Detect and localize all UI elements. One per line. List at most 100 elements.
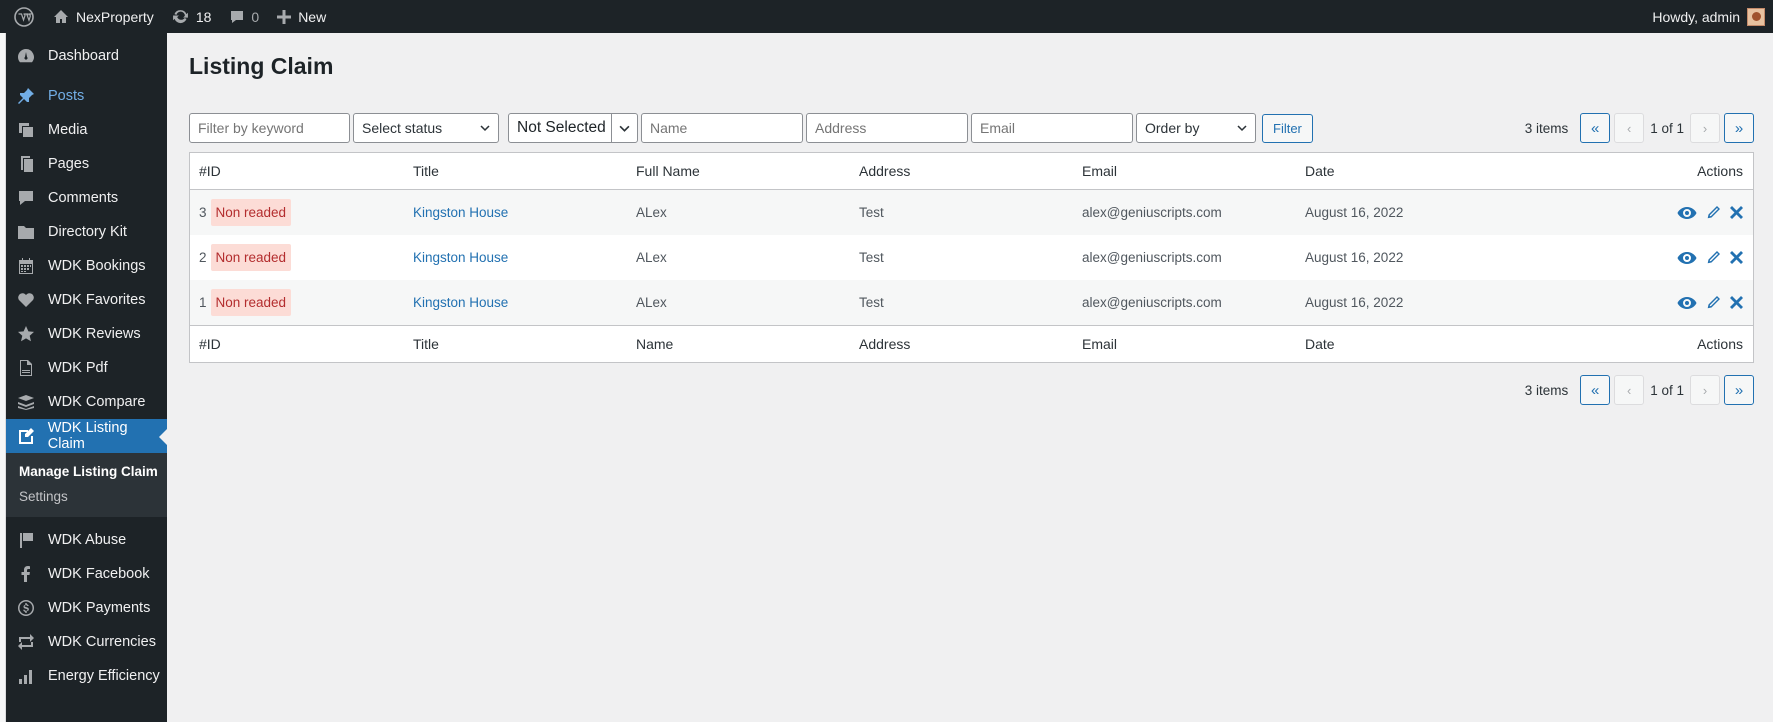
next-page-button[interactable]: › xyxy=(1690,375,1720,405)
view-icon[interactable] xyxy=(1677,206,1697,220)
sidebar-item-wdk-bookings[interactable]: WDK Bookings xyxy=(6,249,167,283)
sidebar-item-wdk-pdf[interactable]: WDK Pdf xyxy=(6,351,167,385)
listing-title-link[interactable]: Kingston House xyxy=(413,295,636,310)
col-title: Title xyxy=(413,336,439,352)
sidebar-item-energy-efficiency[interactable]: Energy Efficiency xyxy=(6,659,167,693)
wordpress-logo-icon[interactable] xyxy=(0,0,44,33)
col-actions: Actions xyxy=(1697,163,1743,179)
comments-link[interactable]: 0 xyxy=(220,0,268,33)
row-name: ALex xyxy=(636,250,667,265)
site-name: NexProperty xyxy=(76,8,154,25)
row-date: August 16, 2022 xyxy=(1305,295,1404,310)
email-filter-input[interactable] xyxy=(971,113,1133,143)
order-by-select[interactable]: Order by xyxy=(1136,113,1256,143)
row-date: August 16, 2022 xyxy=(1305,205,1404,220)
delete-x-icon[interactable] xyxy=(1730,251,1743,264)
sidebar-item-comments[interactable]: Comments xyxy=(6,181,167,215)
row-id: 1 xyxy=(199,295,207,310)
listing-claim-submenu: Manage Listing Claim Settings xyxy=(6,453,167,517)
new-content-link[interactable]: New xyxy=(268,0,335,33)
col-email: Email xyxy=(1082,163,1118,179)
row-name: ALex xyxy=(636,205,667,220)
site-name-link[interactable]: NexProperty xyxy=(44,0,163,33)
prev-page-button[interactable]: ‹ xyxy=(1614,113,1645,143)
comments-icon xyxy=(16,188,36,208)
col-id: #ID xyxy=(199,163,221,179)
chart-icon xyxy=(16,666,36,686)
comment-bubble-icon xyxy=(231,10,244,23)
flag-icon xyxy=(16,530,36,550)
pin-icon xyxy=(16,86,36,106)
listing-title-link[interactable]: Kingston House xyxy=(413,250,636,265)
table-row: 3 Non readed Kingston House ALex Test al… xyxy=(190,190,1753,235)
edit-pencil-icon[interactable] xyxy=(1706,205,1721,220)
col-email: Email xyxy=(1082,336,1118,352)
new-label: New xyxy=(298,8,327,25)
sidebar-item-wdk-listing-claim[interactable]: WDK Listing Claim xyxy=(6,419,167,453)
row-email: alex@geniuscripts.com xyxy=(1082,250,1222,265)
first-page-button[interactable]: « xyxy=(1580,375,1611,405)
table-footer: #ID Title Name Address Email Date Action… xyxy=(190,325,1753,362)
edit-pencil-icon[interactable] xyxy=(1706,295,1721,310)
dashboard-icon xyxy=(16,46,36,66)
status-select[interactable]: Select status xyxy=(353,113,499,143)
page-info: 1 of 1 xyxy=(1650,382,1684,398)
plus-icon xyxy=(277,9,292,24)
col-date: Date xyxy=(1305,336,1335,352)
sidebar-item-wdk-currencies[interactable]: WDK Currencies xyxy=(6,625,167,659)
chevron-down-icon xyxy=(480,125,490,132)
prev-page-button[interactable]: ‹ xyxy=(1614,375,1645,405)
sidebar-item-wdk-compare[interactable]: WDK Compare xyxy=(6,385,167,419)
first-page-button[interactable]: « xyxy=(1580,113,1611,143)
updates-link[interactable]: 18 xyxy=(163,0,221,33)
col-id: #ID xyxy=(199,336,221,352)
row-email: alex@geniuscripts.com xyxy=(1082,205,1222,220)
items-count: 3 items xyxy=(1524,120,1569,136)
sidebar-item-pages[interactable]: Pages xyxy=(6,147,167,181)
heart-icon xyxy=(16,290,36,310)
currency-icon xyxy=(16,632,36,652)
sidebar-item-wdk-payments[interactable]: WDK Payments xyxy=(6,591,167,625)
listing-title-link[interactable]: Kingston House xyxy=(413,205,636,220)
sidebar-item-posts[interactable]: Posts xyxy=(6,79,167,113)
sidebar-item-directory-kit[interactable]: Directory Kit xyxy=(6,215,167,249)
filter-button[interactable]: Filter xyxy=(1262,113,1313,143)
keyword-filter-input[interactable] xyxy=(189,113,350,143)
updates-icon xyxy=(172,10,188,24)
row-date: August 16, 2022 xyxy=(1305,250,1404,265)
row-name: ALex xyxy=(636,295,667,310)
my-account-link[interactable]: Howdy, admin xyxy=(1643,0,1773,33)
row-address: Test xyxy=(859,205,884,220)
row-id: 2 xyxy=(199,250,207,265)
sidebar-item-media[interactable]: Media xyxy=(6,113,167,147)
last-page-button[interactable]: » xyxy=(1724,375,1754,405)
submenu-settings[interactable]: Settings xyxy=(6,484,167,509)
sidebar-item-wdk-abuse[interactable]: WDK Abuse xyxy=(6,523,167,557)
sidebar-item-wdk-facebook[interactable]: WDK Facebook xyxy=(6,557,167,591)
last-page-button[interactable]: » xyxy=(1724,113,1754,143)
sidebar-item-wdk-favorites[interactable]: WDK Favorites xyxy=(6,283,167,317)
view-icon[interactable] xyxy=(1677,251,1697,265)
status-badge: Non readed xyxy=(210,199,292,226)
col-date: Date xyxy=(1305,163,1335,179)
row-id: 3 xyxy=(199,205,207,220)
next-page-button[interactable]: › xyxy=(1690,113,1720,143)
view-icon[interactable] xyxy=(1677,296,1697,310)
col-address: Address xyxy=(859,336,911,352)
row-email: alex@geniuscripts.com xyxy=(1082,295,1222,310)
sidebar-item-dashboard[interactable]: Dashboard xyxy=(6,39,167,73)
address-filter-input[interactable] xyxy=(806,113,968,143)
admin-bar: NexProperty 18 0 New Howdy, admin xyxy=(0,0,1773,33)
edit-pencil-icon[interactable] xyxy=(1706,250,1721,265)
not-selected-dropdown[interactable]: Not Selected xyxy=(508,113,638,143)
submenu-manage-listing-claim[interactable]: Manage Listing Claim xyxy=(6,459,167,484)
name-filter-input[interactable] xyxy=(641,113,803,143)
avatar xyxy=(1747,7,1765,26)
row-address: Test xyxy=(859,295,884,310)
edit-page-icon xyxy=(16,426,36,446)
delete-x-icon[interactable] xyxy=(1730,296,1743,309)
folder-icon xyxy=(16,222,36,242)
sidebar-item-wdk-reviews[interactable]: WDK Reviews xyxy=(6,317,167,351)
delete-x-icon[interactable] xyxy=(1730,206,1743,219)
greeting: Howdy, admin xyxy=(1652,8,1740,25)
